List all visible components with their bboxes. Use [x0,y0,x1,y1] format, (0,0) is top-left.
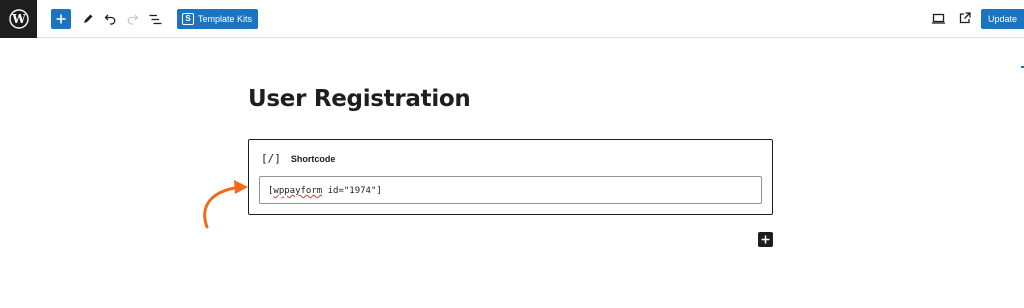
page-title[interactable]: User Registration [248,86,471,112]
wordpress-logo-icon[interactable]: W [0,0,37,38]
editor-toolbar: W S Template Kits Update [0,0,1024,38]
list-view-button[interactable] [146,10,164,28]
svg-text:W: W [11,12,26,26]
desktop-preview-icon [931,13,945,24]
shortcode-block-header: [/] Shortcode [261,152,335,165]
shortcode-block[interactable]: [/] Shortcode [wppayform id="1974"] [248,139,773,215]
view-post-button[interactable] [958,11,972,25]
undo-button[interactable] [101,10,119,28]
annotation-arrow-icon [203,180,248,229]
redo-icon [127,14,138,25]
pencil-icon [84,14,93,23]
list-view-icon [149,14,161,24]
shortcode-icon: [/] [261,152,281,165]
plus-icon [56,14,66,24]
template-kits-button[interactable]: S Template Kits [177,9,259,29]
update-button[interactable]: Update [981,9,1024,29]
shortcode-input[interactable]: [wppayform id="1974"] [259,176,762,204]
block-inserter-button[interactable] [758,232,773,247]
preview-button[interactable] [931,11,945,25]
edit-tool-button[interactable] [79,10,97,28]
template-kits-label: Template Kits [198,14,253,24]
template-kits-icon: S [182,13,194,25]
shortcode-tag: wppayform [273,186,323,196]
external-link-icon [959,12,971,24]
redo-button[interactable] [123,10,141,28]
undo-icon [104,14,115,25]
shortcode-block-label: Shortcode [290,153,336,164]
plus-icon [761,235,770,244]
shortcode-attributes: id="1974"] [322,186,382,196]
add-block-button[interactable] [51,9,71,29]
